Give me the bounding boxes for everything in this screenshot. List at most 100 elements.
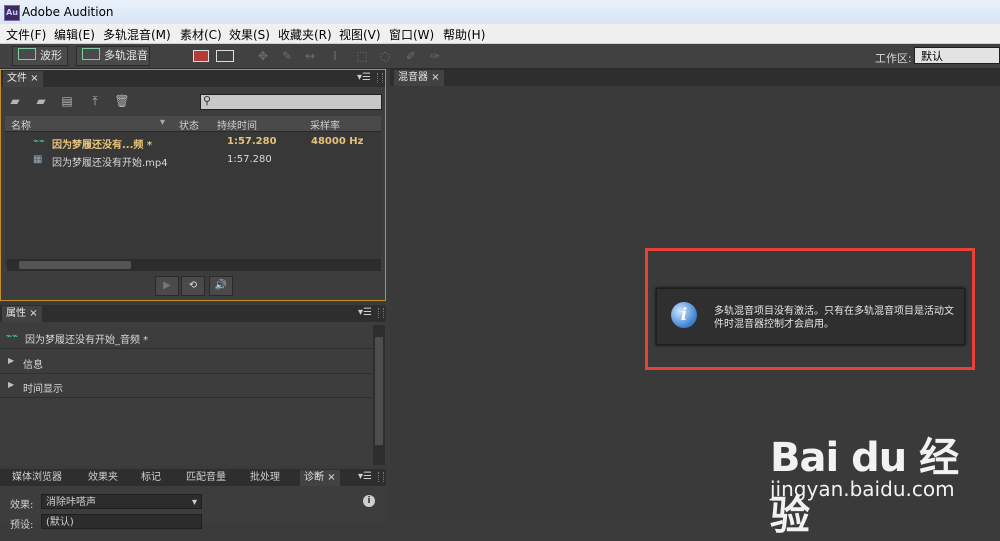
close-icon[interactable]: ×	[327, 472, 335, 483]
menu-window[interactable]: 窗口(W)	[389, 26, 434, 43]
files-panel: 文件 × ▾☰ ▰ ▰ ▤ ⤒ 🗑 ⚲ 名称 ▾ 状态 持续时间 采样率 ⌁⌁ …	[0, 69, 386, 301]
file-duration: 1:57.280	[227, 136, 277, 147]
spot-healing-tool-icon[interactable]: ✑	[428, 49, 442, 63]
time-selection-tool-icon[interactable]: I	[328, 49, 342, 63]
panel-menu-icon[interactable]: ▾☰	[358, 471, 372, 482]
expand-triangle-icon[interactable]: ▶	[8, 380, 14, 389]
horizontal-scrollbar[interactable]	[7, 259, 381, 271]
menu-view[interactable]: 视图(V)	[339, 26, 381, 43]
menu-effects[interactable]: 效果(S)	[229, 26, 270, 43]
tab-batch-process[interactable]: 批处理	[246, 470, 284, 486]
table-row[interactable]: ▦ 因为梦履还没有开始.mp4 1:57.280	[5, 152, 381, 169]
slip-tool-icon[interactable]: ↔	[303, 49, 317, 63]
menu-edit[interactable]: 编辑(E)	[54, 26, 95, 43]
properties-item: ⌁⌁ 因为梦履还没有开始_音频 *	[0, 325, 372, 349]
delete-icon[interactable]: 🗑	[114, 94, 130, 108]
tab-diagnostics[interactable]: 诊断 ×	[300, 470, 340, 486]
audition-app-icon: Au	[4, 5, 20, 21]
panel-grip-icon[interactable]	[378, 308, 384, 318]
new-file-icon[interactable]: ▤	[59, 94, 75, 108]
section-time-display-label: 时间显示	[23, 384, 63, 395]
vertical-scrollbar[interactable]	[373, 325, 385, 465]
tab-markers[interactable]: 标记	[137, 470, 165, 486]
waveform-label: 波形	[40, 49, 62, 62]
effect-label: 效果:	[10, 500, 34, 511]
close-icon[interactable]: ×	[29, 308, 37, 319]
play-button[interactable]: ▶	[155, 276, 179, 296]
move-tool-icon[interactable]: ✥	[256, 49, 270, 63]
table-header: 名称 ▾ 状态 持续时间 采样率	[5, 116, 381, 132]
file-duration: 1:57.280	[227, 154, 272, 165]
info-icon: i	[671, 302, 697, 328]
panel-menu-icon[interactable]: ▾☰	[357, 72, 371, 83]
multitrack-view-button[interactable]: 多轨混音	[76, 46, 150, 66]
tab-media-browser[interactable]: 媒体浏览器	[8, 470, 66, 486]
panel-grip-icon[interactable]	[377, 73, 383, 83]
menu-file[interactable]: 文件(F)	[6, 26, 46, 43]
spectral-display-icon[interactable]	[193, 50, 209, 62]
bottom-tab-bar: 媒体浏览器 效果夹 标记 匹配音量 批处理 诊断 × ▾☰	[0, 469, 386, 486]
tab-effects-rack[interactable]: 效果夹	[84, 470, 122, 486]
razor-tool-icon[interactable]: ✎	[280, 49, 294, 63]
section-info-label: 信息	[23, 360, 43, 371]
tab-properties-label: 属性	[6, 308, 26, 319]
tab-properties[interactable]: 属性 ×	[2, 306, 42, 322]
tab-mixer-label: 混音器	[398, 72, 428, 83]
tab-match-volume[interactable]: 匹配音量	[182, 470, 230, 486]
menu-favorites[interactable]: 收藏夹(R)	[278, 26, 332, 43]
pitch-display-icon[interactable]	[216, 50, 234, 62]
tab-files[interactable]: 文件 ×	[3, 71, 43, 87]
tab-mixer[interactable]: 混音器 ×	[394, 70, 444, 86]
effects-rack-panel: 媒体浏览器 效果夹 标记 匹配音量 批处理 诊断 × ▾☰ 效果: 消除咔嗒声 ▾…	[0, 469, 386, 531]
search-input[interactable]	[200, 94, 382, 110]
preset-select[interactable]: (默认)	[41, 514, 202, 529]
menu-help[interactable]: 帮助(H)	[443, 26, 485, 43]
workspace-select[interactable]: 默认	[914, 47, 1000, 64]
lasso-tool-icon[interactable]: ◌	[378, 49, 392, 63]
close-icon[interactable]: ×	[431, 72, 439, 83]
title-bar: Au Adobe Audition	[0, 0, 1000, 24]
close-icon[interactable]: ×	[30, 73, 38, 84]
files-tab-bar: 文件 × ▾☰	[1, 70, 385, 87]
panel-menu-icon[interactable]: ▾☰	[358, 307, 372, 318]
column-name[interactable]: 名称	[11, 117, 31, 132]
insert-into-multitrack-icon[interactable]: ⤒	[87, 94, 103, 108]
section-time-display[interactable]: ▶ 时间显示	[0, 374, 372, 398]
properties-item-name: 因为梦履还没有开始_音频 *	[25, 335, 149, 346]
column-sample-rate[interactable]: 采样率	[310, 117, 340, 132]
multitrack-label: 多轨混音	[104, 49, 148, 62]
waveform-view-button[interactable]: 波形	[12, 46, 68, 66]
section-info[interactable]: ▶ 信息	[0, 350, 372, 374]
open-file-icon[interactable]: ▰	[7, 94, 23, 108]
workspace-label: 工作区:	[875, 52, 912, 65]
scrollbar-thumb[interactable]	[375, 337, 383, 445]
import-file-icon[interactable]: ▰	[33, 94, 49, 108]
table-row[interactable]: ⌁⌁ 因为梦履还没有...频 * 1:57.280 48000 Hz	[5, 134, 381, 151]
effect-select[interactable]: 消除咔嗒声 ▾	[41, 494, 202, 509]
panel-grip-icon[interactable]	[378, 472, 384, 482]
mixer-tab-bar: 混音器 ×	[390, 69, 1000, 86]
effect-value: 消除咔嗒声	[46, 497, 96, 508]
file-table: 名称 ▾ 状态 持续时间 采样率 ⌁⌁ 因为梦履还没有...频 * 1:57.2…	[5, 116, 381, 266]
brush-tool-icon[interactable]: ✐	[404, 49, 418, 63]
file-sample-rate: 48000 Hz	[311, 136, 364, 147]
tab-files-label: 文件	[7, 73, 27, 84]
marquee-tool-icon[interactable]: ⬚	[355, 49, 369, 63]
menu-clip[interactable]: 素材(C)	[180, 26, 222, 43]
menu-bar: 文件(F) 编辑(E) 多轨混音(M) 素材(C) 效果(S) 收藏夹(R) 视…	[0, 24, 1000, 44]
chevron-down-icon: ▾	[191, 497, 197, 508]
expand-triangle-icon[interactable]: ▶	[8, 356, 14, 365]
menu-multitrack[interactable]: 多轨混音(M)	[103, 26, 171, 43]
autoplay-speaker-button[interactable]: 🔊	[209, 276, 233, 296]
column-duration[interactable]: 持续时间	[217, 117, 257, 132]
scrollbar-thumb[interactable]	[19, 261, 131, 269]
mixer-message-text: 多轨混音项目没有激活。只有在多轨混音项目是活动文件时混音器控制才会启用。	[714, 306, 954, 330]
video-file-icon: ▦	[33, 154, 43, 165]
info-icon[interactable]: i	[363, 495, 375, 507]
file-name: 因为梦履还没有...频 *	[52, 140, 153, 151]
sort-chevron-icon[interactable]: ▾	[160, 117, 165, 128]
preset-label: 预设:	[10, 520, 34, 531]
column-status[interactable]: 状态	[179, 117, 199, 132]
search-icon: ⚲	[203, 94, 212, 107]
loop-button[interactable]: ⟲	[181, 276, 205, 296]
